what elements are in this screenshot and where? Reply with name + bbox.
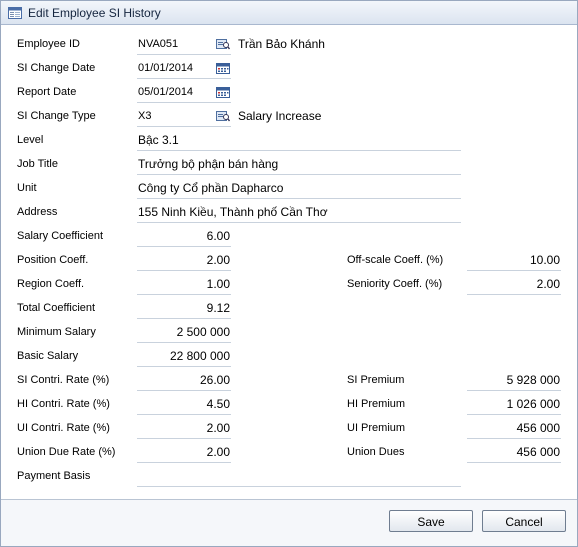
dialog-footer: Save Cancel [1, 499, 577, 546]
si-change-type-label: SI Change Type [17, 110, 96, 122]
report-date-label: Report Date [17, 86, 77, 98]
job-title-label: Job Title [17, 158, 58, 170]
unit-value: Công ty Cổ phần Dapharco [137, 179, 461, 199]
seniority-coeff-value: 2.00 [467, 275, 561, 295]
dialog-title: Edit Employee SI History [28, 6, 161, 20]
offscale-coeff-value: 10.00 [467, 251, 561, 271]
save-button[interactable]: Save [389, 510, 473, 532]
si-change-type-desc: Salary Increase [238, 109, 322, 123]
hi-rate-value: 4.50 [137, 395, 231, 415]
hi-rate-label: HI Contri. Rate (%) [17, 398, 110, 410]
seniority-coeff-label: Seniority Coeff. (%) [347, 278, 443, 290]
payment-basis-label: Payment Basis [17, 470, 91, 482]
address-value: 155 Ninh Kiều, Thành phố Cần Thơ [137, 203, 461, 223]
payment-basis-input[interactable] [137, 467, 461, 487]
employee-name: Trần Bảo Khánh [238, 37, 325, 51]
address-label: Address [17, 206, 58, 218]
union-dues-value: 456 000 [467, 443, 561, 463]
total-coeff-value: 9.12 [137, 299, 231, 319]
position-coeff-value: 2.00 [137, 251, 231, 271]
region-coeff-label: Region Coeff. [17, 278, 85, 290]
ui-rate-label: UI Contri. Rate (%) [17, 422, 110, 434]
si-premium-label: SI Premium [347, 374, 405, 386]
window-form-icon [8, 7, 22, 19]
level-label: Level [17, 134, 44, 146]
ui-rate-value: 2.00 [137, 419, 231, 439]
salary-coeff-label: Salary Coefficient [17, 230, 104, 242]
position-coeff-label: Position Coeff. [17, 254, 89, 266]
total-coeff-label: Total Coefficient [17, 302, 96, 314]
edit-si-history-dialog: Edit Employee SI History Employee ID NVA… [0, 0, 578, 547]
si-premium-value: 5 928 000 [467, 371, 561, 391]
offscale-coeff-label: Off-scale Coeff. (%) [347, 254, 444, 266]
lookup-icon[interactable] [216, 38, 230, 50]
lookup-icon[interactable] [216, 110, 230, 122]
job-title-value: Trưởng bộ phận bán hàng [137, 155, 461, 175]
calendar-icon[interactable] [216, 62, 230, 74]
union-dues-label: Union Dues [347, 446, 405, 458]
cancel-button[interactable]: Cancel [482, 510, 566, 532]
si-change-date-label: SI Change Date [17, 62, 96, 74]
ui-premium-label: UI Premium [347, 422, 406, 434]
si-rate-value: 26.00 [137, 371, 231, 391]
union-rate-value: 2.00 [137, 443, 231, 463]
employee-id-label: Employee ID [17, 38, 80, 50]
minimum-salary-label: Minimum Salary [17, 326, 96, 338]
region-coeff-value: 1.00 [137, 275, 231, 295]
si-rate-label: SI Contri. Rate (%) [17, 374, 110, 386]
level-value: Bậc 3.1 [137, 131, 461, 151]
basic-salary-value: 22 800 000 [137, 347, 231, 367]
title-bar: Edit Employee SI History [1, 1, 577, 25]
salary-coeff-value: 6.00 [137, 227, 231, 247]
hi-premium-value: 1 026 000 [467, 395, 561, 415]
calendar-icon[interactable] [216, 86, 230, 98]
basic-salary-label: Basic Salary [17, 350, 79, 362]
unit-label: Unit [17, 182, 37, 194]
ui-premium-value: 456 000 [467, 419, 561, 439]
minimum-salary-value: 2 500 000 [137, 323, 231, 343]
hi-premium-label: HI Premium [347, 398, 406, 410]
union-rate-label: Union Due Rate (%) [17, 446, 116, 458]
